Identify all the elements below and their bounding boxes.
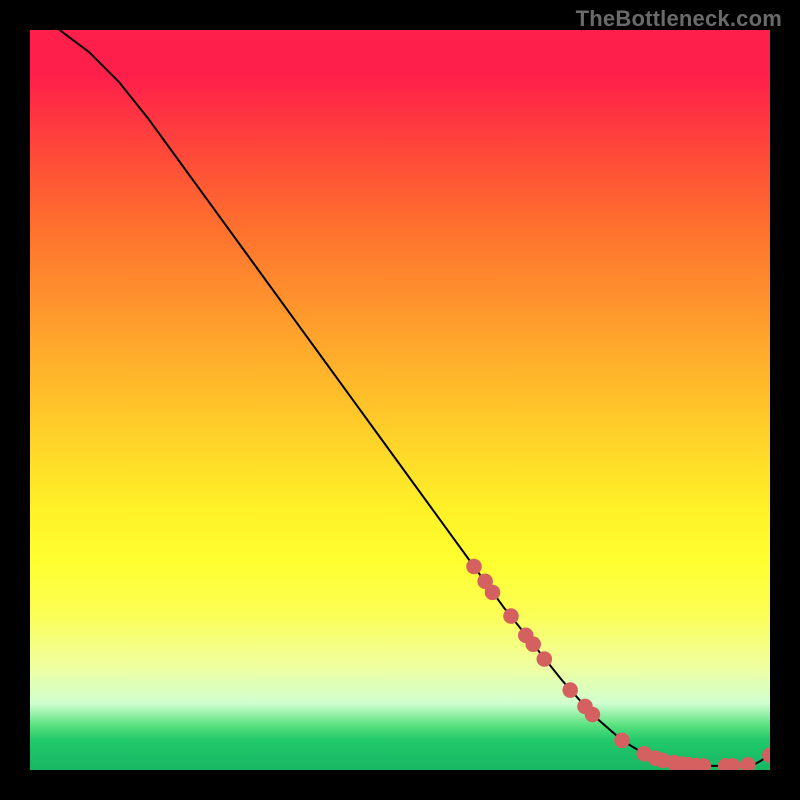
watermark-text: TheBottleneck.com (576, 6, 782, 32)
highlight-point (562, 682, 578, 698)
highlight-point (740, 757, 756, 770)
highlight-points-group (466, 559, 770, 770)
plot-area (30, 30, 770, 770)
highlight-point (466, 559, 482, 575)
chart-svg (30, 30, 770, 770)
highlight-point (762, 747, 770, 763)
highlight-point (537, 651, 553, 667)
highlight-point (614, 733, 630, 749)
chart-stage: TheBottleneck.com (0, 0, 800, 800)
highlight-point (585, 707, 601, 723)
curve-line (60, 30, 770, 766)
highlight-point (485, 585, 501, 601)
highlight-point (503, 608, 519, 624)
highlight-point (525, 636, 541, 652)
